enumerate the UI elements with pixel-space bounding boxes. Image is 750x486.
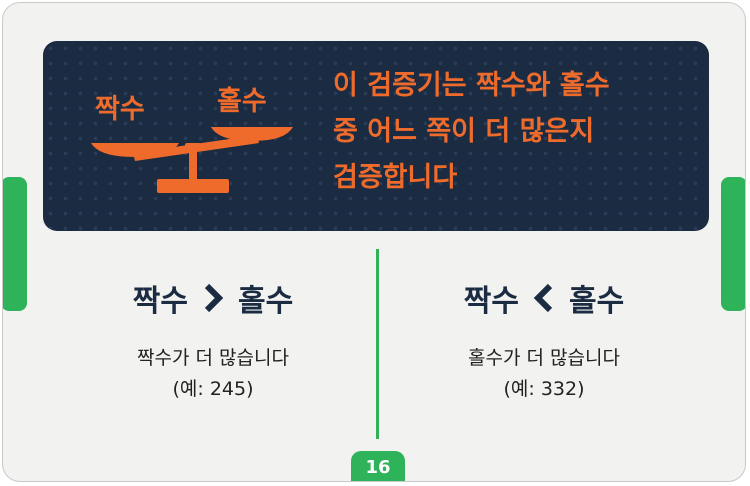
even-more-example: (예: 245) bbox=[172, 378, 254, 400]
odd-more-case: 짝수 홀수 홀수가 더 많습니다 (예: 332) bbox=[394, 273, 694, 405]
center-divider bbox=[376, 249, 379, 439]
banner-line-3: 검증합니다 bbox=[333, 162, 458, 193]
even-more-case: 짝수 홀수 짝수가 더 많습니다 (예: 245) bbox=[63, 273, 363, 405]
odd-word: 홀수 bbox=[569, 284, 625, 319]
page-number: 16 bbox=[351, 451, 405, 481]
banner-line-2: 중 어느 쪽이 더 많은지 bbox=[333, 116, 595, 147]
chevron-right-icon bbox=[204, 283, 224, 313]
even-word: 짝수 bbox=[132, 284, 188, 319]
odd-more-description: 홀수가 더 많습니다 (예: 332) bbox=[394, 343, 694, 405]
odd-word: 홀수 bbox=[238, 284, 294, 319]
banner-line-1: 이 검증기는 짝수와 홀수 bbox=[333, 70, 610, 101]
card: 짝수 홀수 이 검증기는 짝수와 홀수 중 어느 쪽이 더 많은지 검증합니다 … bbox=[2, 2, 746, 482]
scale-label-odd: 홀수 bbox=[217, 86, 267, 117]
intro-banner: 짝수 홀수 이 검증기는 짝수와 홀수 중 어느 쪽이 더 많은지 검증합니다 bbox=[43, 41, 709, 231]
banner-description: 이 검증기는 짝수와 홀수 중 어느 쪽이 더 많은지 검증합니다 bbox=[333, 63, 693, 201]
odd-more-headline: 짝수 홀수 bbox=[394, 273, 694, 323]
odd-more-text: 홀수가 더 많습니다 bbox=[468, 347, 620, 369]
balance-scale-icon bbox=[91, 127, 293, 193]
odd-more-example: (예: 332) bbox=[503, 378, 585, 400]
even-more-headline: 짝수 홀수 bbox=[63, 273, 363, 323]
chevron-left-icon bbox=[533, 283, 553, 313]
even-more-description: 짝수가 더 많습니다 (예: 245) bbox=[63, 343, 363, 405]
even-more-text: 짝수가 더 많습니다 bbox=[137, 347, 289, 369]
left-side-tab bbox=[3, 177, 27, 311]
scale-label-even: 짝수 bbox=[95, 94, 145, 125]
right-side-tab bbox=[721, 177, 745, 311]
even-word: 짝수 bbox=[463, 284, 519, 319]
